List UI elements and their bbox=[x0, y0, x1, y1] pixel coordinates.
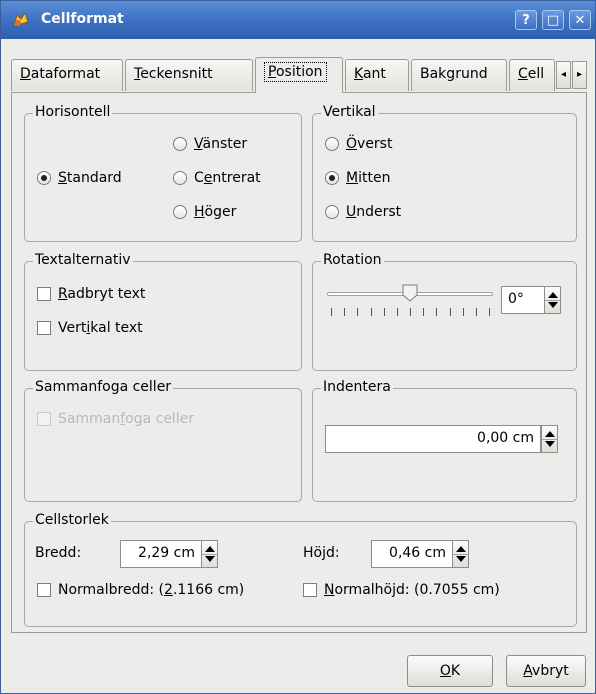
sammanfoga-legend: Sammanfoga celler bbox=[33, 379, 174, 395]
spin-down-icon[interactable] bbox=[205, 556, 215, 562]
checkbox-icon[interactable] bbox=[37, 321, 51, 335]
horisontell-legend: Horisontell bbox=[33, 104, 113, 120]
indentera-group: Indentera 0,00 cm bbox=[312, 379, 577, 502]
radio-icon[interactable] bbox=[173, 205, 187, 219]
hojd-spinner[interactable] bbox=[452, 540, 469, 568]
tab-dataformat[interactable]: Dataformat bbox=[11, 59, 123, 91]
spin-down-icon[interactable] bbox=[456, 556, 466, 562]
checkbox-icon bbox=[37, 412, 51, 426]
slider-tick bbox=[370, 308, 372, 316]
slider-tick bbox=[475, 308, 477, 316]
cellformat-dialog: Cellformat ? □ ✕ Dataformat Teckensnitt … bbox=[0, 0, 596, 694]
checkbox-radbryt-text[interactable]: Radbryt text bbox=[37, 284, 145, 304]
rotation-legend: Rotation bbox=[321, 252, 384, 268]
spin-up-icon[interactable] bbox=[545, 431, 555, 437]
radio-vanster[interactable]: Vänster bbox=[173, 134, 247, 154]
rotation-slider-handle[interactable] bbox=[402, 284, 418, 302]
tab-position[interactable]: Position bbox=[255, 57, 343, 93]
cellstorlek-legend: Cellstorlek bbox=[33, 512, 111, 528]
sammanfoga-group: Sammanfoga celler Sammanfoga celler bbox=[24, 379, 302, 502]
slider-tick bbox=[489, 308, 490, 316]
slider-tick bbox=[436, 308, 438, 316]
textalternativ-group: Textalternativ Radbryt text Vertikal tex… bbox=[24, 252, 302, 371]
window-title: Cellformat bbox=[41, 11, 124, 27]
vertikal-group: Vertikal Överst Mitten Underst bbox=[312, 104, 577, 242]
ok-button[interactable]: OK bbox=[407, 655, 493, 687]
hojd-input[interactable]: 0,46 cm bbox=[371, 540, 453, 568]
radio-hoger[interactable]: Höger bbox=[173, 202, 236, 222]
radio-overst[interactable]: Överst bbox=[325, 134, 392, 154]
checkbox-icon[interactable] bbox=[37, 583, 51, 597]
rotation-group: Rotation 0° bbox=[312, 252, 577, 371]
help-button[interactable]: ? bbox=[515, 10, 537, 30]
slider-tick bbox=[423, 308, 425, 316]
radio-icon[interactable] bbox=[325, 205, 339, 219]
radio-icon[interactable] bbox=[325, 137, 339, 151]
app-icon bbox=[13, 11, 29, 27]
tab-bar: Dataformat Teckensnitt Position Kant Bak… bbox=[11, 57, 587, 93]
slider-tick bbox=[449, 308, 451, 316]
cellstorlek-group: Cellstorlek Bredd: 2,29 cm Höjd: 0,46 cm… bbox=[24, 512, 577, 627]
avbryt-button[interactable]: Avbryt bbox=[506, 655, 586, 687]
radio-centrerat[interactable]: Centrerat bbox=[173, 168, 261, 188]
maximize-icon: □ bbox=[546, 13, 560, 28]
tab-scroll-left-icon[interactable]: ◂ bbox=[556, 61, 571, 89]
slider-tick bbox=[383, 308, 385, 316]
slider-tick bbox=[410, 308, 411, 316]
radio-icon[interactable] bbox=[173, 137, 187, 151]
spin-up-icon[interactable] bbox=[205, 546, 215, 552]
rotation-input[interactable]: 0° bbox=[501, 286, 545, 314]
title-bar[interactable]: Cellformat ? □ ✕ bbox=[1, 1, 595, 39]
help-icon: ? bbox=[522, 13, 530, 28]
bredd-input[interactable]: 2,29 cm bbox=[120, 540, 202, 568]
bredd-label: Bredd: bbox=[35, 545, 82, 561]
checkbox-normalhojd[interactable]: Normalhöjd: (0.7055 cm) bbox=[303, 580, 500, 600]
bredd-spinner[interactable] bbox=[201, 540, 218, 568]
checkbox-sammanfoga-celler: Sammanfoga celler bbox=[37, 409, 194, 429]
indentera-spinner[interactable] bbox=[541, 425, 558, 453]
indentera-input[interactable]: 0,00 cm bbox=[325, 425, 541, 453]
slider-tick bbox=[344, 308, 346, 316]
radio-selected-icon[interactable] bbox=[325, 171, 339, 185]
hojd-label: Höjd: bbox=[303, 545, 340, 561]
tab-teckensnitt[interactable]: Teckensnitt bbox=[125, 59, 253, 91]
textalternativ-legend: Textalternativ bbox=[33, 252, 133, 268]
tab-bakgrund[interactable]: Bakgrund bbox=[411, 59, 507, 91]
slider-tick bbox=[396, 308, 398, 316]
slider-tick bbox=[331, 308, 332, 316]
tab-kant[interactable]: Kant bbox=[345, 59, 409, 91]
checkbox-vertikal-text[interactable]: Vertikal text bbox=[37, 318, 143, 338]
tab-cell[interactable]: Cell bbox=[509, 59, 555, 91]
radio-standard[interactable]: Standard bbox=[37, 168, 122, 188]
slider-tick bbox=[462, 308, 464, 316]
vertikal-legend: Vertikal bbox=[321, 104, 378, 120]
slider-tick bbox=[357, 308, 359, 316]
radio-icon[interactable] bbox=[173, 171, 187, 185]
checkbox-icon[interactable] bbox=[303, 583, 317, 597]
checkbox-normalbredd[interactable]: Normalbredd: (2.1166 cm) bbox=[37, 580, 244, 600]
spin-down-icon[interactable] bbox=[548, 302, 558, 308]
close-icon: ✕ bbox=[574, 13, 586, 28]
checkbox-icon[interactable] bbox=[37, 287, 51, 301]
spin-up-icon[interactable] bbox=[456, 546, 466, 552]
close-button[interactable]: ✕ bbox=[569, 10, 591, 30]
indentera-legend: Indentera bbox=[321, 379, 393, 395]
horisontell-group: Horisontell Vänster Standard Centrerat H… bbox=[24, 104, 302, 242]
maximize-button[interactable]: □ bbox=[542, 10, 564, 30]
radio-selected-icon[interactable] bbox=[37, 171, 51, 185]
spin-down-icon[interactable] bbox=[545, 441, 555, 447]
position-panel: Horisontell Vänster Standard Centrerat H… bbox=[11, 92, 587, 633]
radio-mitten[interactable]: Mitten bbox=[325, 168, 390, 188]
rotation-spinner[interactable] bbox=[544, 286, 561, 314]
spin-up-icon[interactable] bbox=[548, 292, 558, 298]
tab-scroll-right-icon[interactable]: ▸ bbox=[572, 61, 587, 89]
radio-underst[interactable]: Underst bbox=[325, 202, 401, 222]
